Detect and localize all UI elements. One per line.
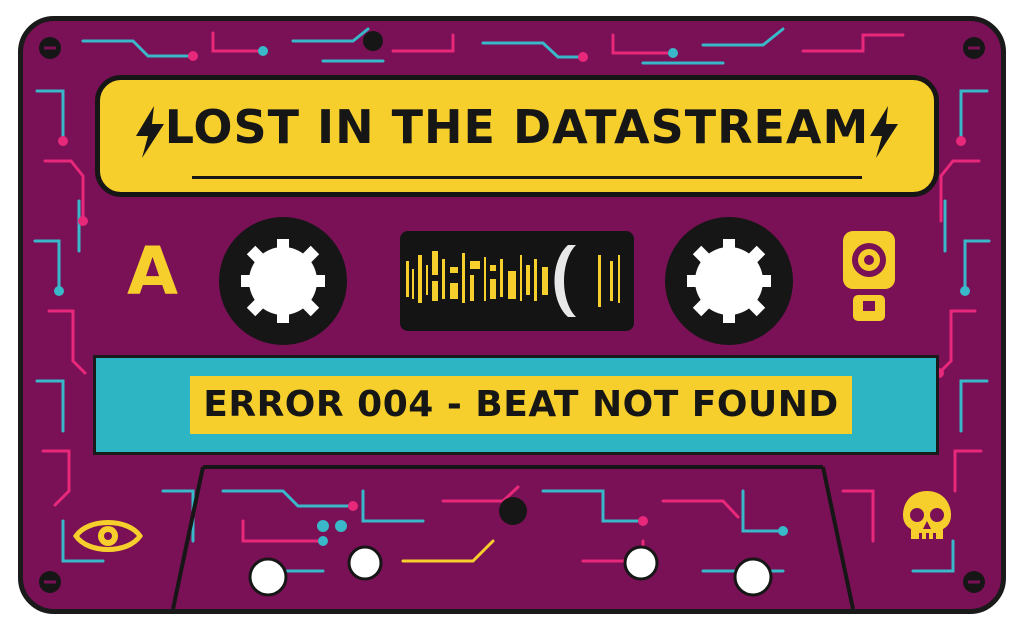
lightning-bolt-icon — [870, 106, 898, 158]
title-underline — [192, 176, 862, 179]
reel-hub-icon — [687, 239, 771, 323]
error-message: ERROR 004 - BEAT NOT FOUND — [203, 384, 839, 425]
side-indicator: A — [127, 233, 179, 310]
left-reel — [219, 217, 347, 345]
tape-title: LOST IN THE DATASTREAM — [164, 100, 870, 154]
reel-hub-icon — [241, 239, 325, 323]
corner-screw — [963, 37, 985, 59]
error-band: ERROR 004 - BEAT NOT FOUND — [93, 355, 939, 455]
corner-screw — [39, 571, 61, 593]
corner-screw — [963, 571, 985, 593]
eye-icon — [73, 520, 143, 552]
title-label: LOST IN THE DATASTREAM — [95, 75, 939, 197]
tape-window — [400, 231, 634, 331]
speaker-icon — [843, 231, 895, 321]
error-label: ERROR 004 - BEAT NOT FOUND — [190, 376, 852, 434]
right-reel — [665, 217, 793, 345]
corner-screw — [39, 37, 61, 59]
skull-icon — [903, 491, 951, 539]
glitch-tape — [406, 245, 620, 317]
cassette-tape: LOST IN THE DATASTREAM A ERROR 004 - BEA… — [18, 16, 1006, 614]
